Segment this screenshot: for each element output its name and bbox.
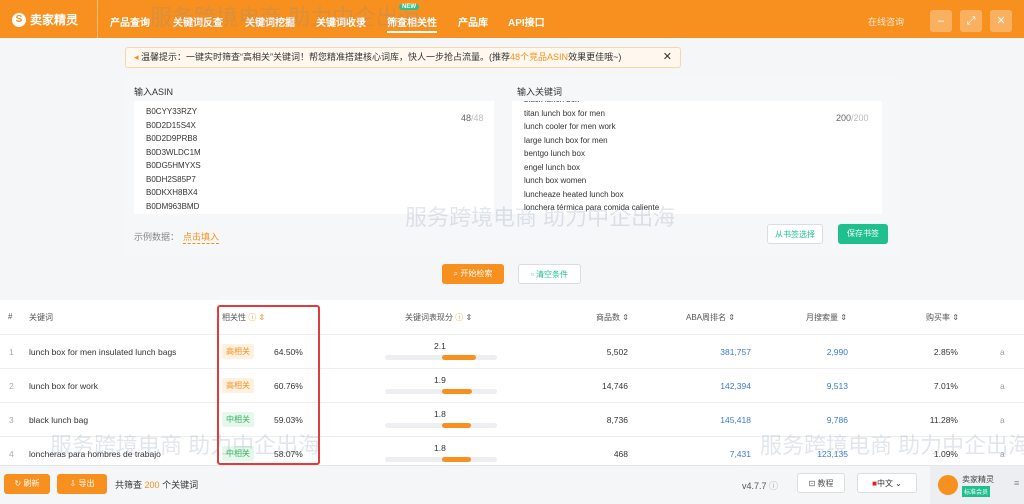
keyword-text[interactable]: black lunch bag (29, 415, 88, 425)
tip-banner: ◂ 温馨提示：一键实时筛查“高相关”关键词！帮您精准搭建核心词库，快人一步抢占流… (125, 47, 681, 68)
table-row[interactable]: 2 lunch box for work 高相关 60.76% 1.9 14,7… (0, 368, 1024, 402)
keyword-line: lunch cooler for men work (524, 122, 616, 131)
menu-icon[interactable]: ≡ (1014, 478, 1019, 488)
sample-fill-link[interactable]: 点击填入 (183, 230, 220, 244)
product-count: 8,736 (606, 415, 628, 425)
keyword-text[interactable]: lunch box for men insulated lunch bags (29, 347, 176, 357)
row-index: 4 (9, 449, 14, 459)
tutorial-button[interactable]: ⊡ 教程 (797, 473, 845, 493)
sample-label: 示例数据： (134, 232, 180, 242)
purchase-rate: 2.85% (933, 347, 958, 357)
row-index: 1 (9, 347, 14, 357)
score-bar (385, 457, 497, 462)
watermark: 服务跨境电商 助力中企出海 (50, 433, 321, 458)
table-row[interactable]: 1 lunch box for men insulated lunch bags… (0, 334, 1024, 368)
col-index: # (8, 312, 13, 321)
divider (97, 0, 98, 38)
purchase-rate: 7.01% (933, 381, 958, 391)
score-value: 1.8 (434, 409, 446, 419)
asin-label: 输入ASIN (134, 87, 174, 97)
row-index: 3 (9, 415, 14, 425)
more-col-icon: a (1000, 415, 1005, 425)
keyword-line: bentgo lunch box (524, 149, 585, 158)
nav-api[interactable]: API接口 (508, 14, 545, 29)
asin-line: B0CYY33RZY (146, 107, 198, 116)
keyword-line: titan lunch box for men (524, 108, 605, 118)
aba-rank[interactable]: 7,431 (730, 449, 751, 459)
keyword-line: engel lunch box (524, 162, 581, 172)
asin-line: B0DKXH8BX4 (146, 188, 198, 197)
table-header: # 关键词 相关性 ⓘ ⇕ 关键词表现分 ⓘ ⇕ 商品数 ⇕ ABA周排名 ⇕ … (0, 300, 1024, 334)
app-logo[interactable]: S 卖家精灵 (12, 11, 78, 28)
footer-bar: ↻ 刷新 ⇩ 导出 共筛查 200 个关键词 v4.7.7 ⓘ ⊡ 教程 ■中文… (0, 465, 1024, 504)
close-window-button[interactable]: ✕ (990, 10, 1012, 32)
row-index: 2 (9, 381, 14, 391)
keyword-line: large lunch box for men (524, 135, 608, 145)
asin-line: B0D3WLDC1M (146, 147, 201, 157)
language-select[interactable]: ■中文 ⌄ (857, 473, 917, 493)
save-bookmark-button[interactable]: 保存书签 (838, 224, 888, 244)
close-tip-icon[interactable]: ✕ (663, 48, 672, 67)
watermark: 服务跨境电商 助力中企出海 (150, 5, 421, 30)
maximize-button[interactable]: ⤢ (960, 10, 982, 32)
keyword-label: 输入关键词 (517, 87, 563, 97)
avatar (938, 475, 958, 495)
aba-rank[interactable]: 142,394 (720, 381, 751, 391)
keyword-textarea[interactable]: black lunch boxtitan lunch box for menlu… (512, 101, 882, 214)
col-monthly-search[interactable]: 月搜索量 ⇕ (806, 312, 847, 323)
refresh-button[interactable]: ↻ 刷新 (4, 474, 50, 494)
keyword-text[interactable]: lunch box for work (29, 381, 98, 391)
keyword-count: 200/200 (836, 113, 869, 123)
aba-rank[interactable]: 145,418 (720, 415, 751, 425)
col-aba-rank[interactable]: ABA周排名 ⇕ (686, 312, 735, 323)
logo-icon: S (12, 12, 26, 27)
score-value: 1.9 (434, 375, 446, 385)
keyword-line: lunch box women (524, 176, 587, 185)
score-value: 2.1 (434, 341, 446, 351)
monthly-search[interactable]: 9,786 (827, 415, 848, 425)
asin-line: B0D2D15S4X (146, 120, 196, 130)
minimize-button[interactable]: – (930, 10, 952, 32)
more-col-icon: a (1000, 347, 1005, 357)
user-profile[interactable]: 卖家精灵 标准会员 ≡ (930, 466, 1024, 504)
asin-line: B0DG5HMYXS (146, 161, 201, 170)
col-purchase-rate[interactable]: 购买率 ⇕ (926, 312, 959, 323)
clear-button[interactable]: ▫ 清空条件 (518, 264, 581, 284)
monthly-search[interactable]: 2,990 (827, 347, 848, 357)
online-consult-link[interactable]: 在线咨询 (868, 15, 904, 28)
version-label: v4.7.7 ⓘ (742, 481, 779, 491)
purchase-rate: 11.28% (929, 415, 958, 425)
score-bar (385, 423, 497, 428)
export-button[interactable]: ⇩ 导出 (57, 474, 107, 494)
watermark: 服务跨境电商 助力中企出海 (760, 433, 1024, 458)
col-products[interactable]: 商品数 ⇕ (596, 312, 629, 323)
keyword-line: luncheaze heated lunch box (524, 189, 624, 199)
monthly-search[interactable]: 9,513 (827, 381, 848, 391)
nav-product-query[interactable]: 产品查询 (110, 14, 150, 29)
score-value: 1.8 (434, 443, 446, 453)
search-button[interactable]: ⌕ 开始检索 (442, 264, 504, 284)
nav-product-library[interactable]: 产品库 (458, 14, 488, 29)
member-badge: 标准会员 (962, 486, 991, 497)
asin-line: B0DH2S85P7 (146, 174, 196, 184)
product-count: 468 (613, 449, 628, 459)
col-score[interactable]: 关键词表现分 ⓘ ⇕ (405, 312, 472, 323)
from-bookmark-button[interactable]: 从书签选择 (767, 224, 823, 244)
col-keyword: 关键词 (29, 313, 53, 322)
more-col-icon: a (1000, 381, 1005, 391)
asin-textarea[interactable]: B0CYY33RZY B0D2D15S4X B0D2D9PRB8 B0D3WLDC1M… (134, 101, 494, 214)
product-count: 5,502 (606, 347, 628, 357)
watermark: 服务跨境电商 助力中企出海 (405, 205, 676, 230)
aba-rank[interactable]: 381,757 (720, 347, 751, 357)
asin-count: 48/48 (461, 113, 484, 123)
score-bar (385, 355, 497, 360)
tip-icon: ◂ (134, 52, 142, 62)
score-bar (385, 389, 497, 394)
product-count: 14,746 (602, 381, 628, 391)
asin-line: B0D2D9PRB8 (146, 134, 198, 143)
total-count: 共筛查 200 个关键词 (115, 480, 199, 490)
